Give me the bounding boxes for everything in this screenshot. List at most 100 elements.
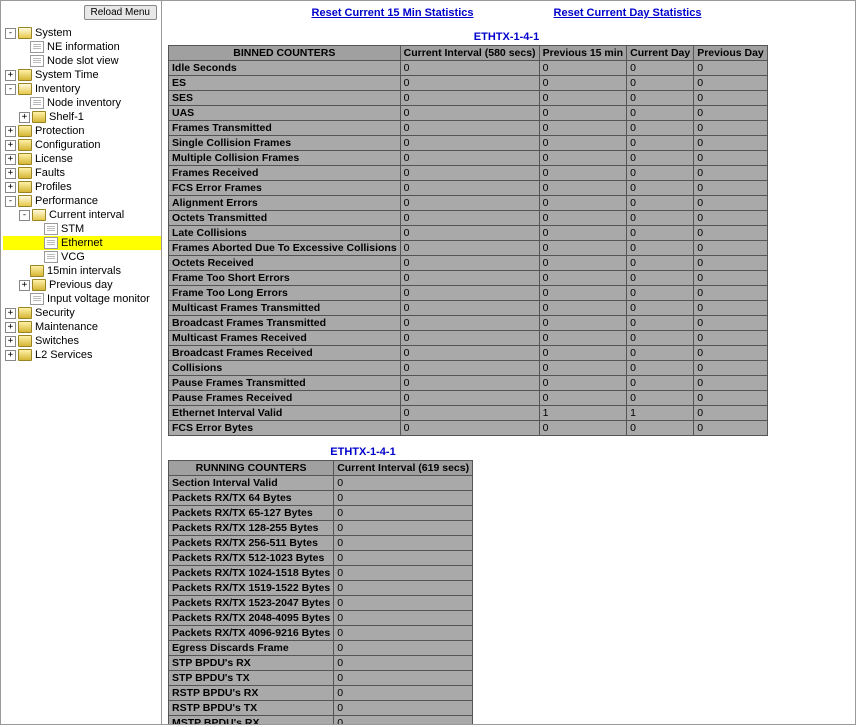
tree-item-current-interval[interactable]: -Current interval xyxy=(3,208,161,222)
counter-name: STP BPDU's RX xyxy=(169,656,334,671)
tree-item-label: System Time xyxy=(35,69,99,81)
tree-item-maintenance[interactable]: +Maintenance xyxy=(3,320,161,334)
tree-item-switches[interactable]: + Switches xyxy=(3,334,161,348)
counter-value: 0 xyxy=(627,151,694,166)
expand-icon[interactable]: + xyxy=(5,336,16,347)
tree-item-previous-day[interactable]: +Previous day xyxy=(3,278,161,292)
table-row: RSTP BPDU's TX0 xyxy=(169,701,473,716)
counter-name: Octets Transmitted xyxy=(169,211,401,226)
reload-menu-button[interactable]: Reload Menu xyxy=(84,5,157,20)
reset-day-link[interactable]: Reset Current Day Statistics xyxy=(554,7,702,19)
expand-icon[interactable]: + xyxy=(5,154,16,165)
table-row: Multicast Frames Received0000 xyxy=(169,331,768,346)
counter-name: Pause Frames Transmitted xyxy=(169,376,401,391)
counter-value: 0 xyxy=(400,181,539,196)
counter-value: 0 xyxy=(334,506,473,521)
counter-value: 0 xyxy=(694,241,768,256)
expand-icon[interactable]: + xyxy=(19,280,30,291)
counter-value: 0 xyxy=(539,271,627,286)
table-row: Frames Received0000 xyxy=(169,166,768,181)
counter-value: 0 xyxy=(539,301,627,316)
tree-item-label: Node slot view xyxy=(47,55,119,67)
expand-icon[interactable]: + xyxy=(19,112,30,123)
expand-icon[interactable]: + xyxy=(5,322,16,333)
page-icon xyxy=(44,251,58,263)
tree-item-stm[interactable]: STM xyxy=(3,222,161,236)
counter-value: 0 xyxy=(539,376,627,391)
tree-item-label: L2 Services xyxy=(35,349,92,361)
tree-item-label: Switches xyxy=(35,335,79,347)
binned-counters-table: BINNED COUNTERSCurrent Interval (580 sec… xyxy=(168,45,768,436)
counter-name: Packets RX/TX 128-255 Bytes xyxy=(169,521,334,536)
tree-item-protection[interactable]: +Protection xyxy=(3,124,161,138)
collapse-icon[interactable]: - xyxy=(5,28,16,39)
counter-value: 0 xyxy=(400,346,539,361)
counter-value: 0 xyxy=(694,361,768,376)
table-row: STP BPDU's RX0 xyxy=(169,656,473,671)
counter-value: 0 xyxy=(694,211,768,226)
tree-item-label: NE information xyxy=(47,41,120,53)
tree-item-faults[interactable]: +Faults xyxy=(3,166,161,180)
tree-item-configuration[interactable]: +Configuration xyxy=(3,138,161,152)
counter-value: 0 xyxy=(694,301,768,316)
counter-value: 0 xyxy=(694,181,768,196)
folder-closed-icon xyxy=(18,335,32,347)
expand-icon[interactable]: + xyxy=(5,126,16,137)
tree-item-15min-intervals[interactable]: 15min intervals xyxy=(3,264,161,278)
expand-icon[interactable]: + xyxy=(5,308,16,319)
folder-open-icon xyxy=(18,27,32,39)
tree-item-ethernet[interactable]: Ethernet xyxy=(3,236,161,250)
tree-item-node-slot-view[interactable]: Node slot view xyxy=(3,54,161,68)
reset-15min-link[interactable]: Reset Current 15 Min Statistics xyxy=(312,7,474,19)
folder-closed-icon xyxy=(18,125,32,137)
counter-value: 0 xyxy=(334,596,473,611)
counter-name: UAS xyxy=(169,106,401,121)
expand-icon[interactable]: + xyxy=(5,140,16,151)
counter-value: 0 xyxy=(694,316,768,331)
tree-item-label: Node inventory xyxy=(47,97,121,109)
expand-icon[interactable]: + xyxy=(5,70,16,81)
table-row: Packets RX/TX 1519-1522 Bytes0 xyxy=(169,581,473,596)
counter-value: 0 xyxy=(694,166,768,181)
page-icon xyxy=(44,237,58,249)
tree-item-license[interactable]: +License xyxy=(3,152,161,166)
tree-item-system-time[interactable]: + System Time xyxy=(3,68,161,82)
tree-item-node-inventory[interactable]: Node inventory xyxy=(3,96,161,110)
counter-name: Packets RX/TX 256-511 Bytes xyxy=(169,536,334,551)
table-row: Packets RX/TX 2048-4095 Bytes0 xyxy=(169,611,473,626)
counter-value: 0 xyxy=(694,151,768,166)
counter-value: 0 xyxy=(694,346,768,361)
counter-value: 0 xyxy=(400,166,539,181)
collapse-icon[interactable]: - xyxy=(5,84,16,95)
table-row: MSTP BPDU's RX0 xyxy=(169,716,473,725)
tree-item-ne-information[interactable]: NE information xyxy=(3,40,161,54)
table-header: Current Interval (580 secs) xyxy=(400,46,539,61)
tree-item-input-voltage-monitor[interactable]: Input voltage monitor xyxy=(3,292,161,306)
counter-value: 0 xyxy=(539,151,627,166)
tree-item-label: 15min intervals xyxy=(47,265,121,277)
tree-item-system[interactable]: -System xyxy=(3,26,161,40)
counter-value: 0 xyxy=(400,76,539,91)
counter-name: RSTP BPDU's RX xyxy=(169,686,334,701)
expand-icon[interactable]: + xyxy=(5,350,16,361)
tree-item-label: Ethernet xyxy=(61,237,103,249)
expand-icon[interactable]: + xyxy=(5,168,16,179)
expand-icon[interactable]: + xyxy=(5,182,16,193)
counter-name: RSTP BPDU's TX xyxy=(169,701,334,716)
tree-item-performance[interactable]: -Performance xyxy=(3,194,161,208)
folder-closed-icon xyxy=(32,279,46,291)
counter-name: STP BPDU's TX xyxy=(169,671,334,686)
tree-item-l2-services[interactable]: + L2 Services xyxy=(3,348,161,362)
tree-item-vcg[interactable]: VCG xyxy=(3,250,161,264)
counter-value: 0 xyxy=(539,121,627,136)
tree-item-inventory[interactable]: -Inventory xyxy=(3,82,161,96)
table-row: Frame Too Long Errors0000 xyxy=(169,286,768,301)
counter-value: 0 xyxy=(400,136,539,151)
collapse-icon[interactable]: - xyxy=(5,196,16,207)
tree-item-shelf-1[interactable]: +Shelf-1 xyxy=(3,110,161,124)
table-row: Pause Frames Transmitted0000 xyxy=(169,376,768,391)
counter-value: 0 xyxy=(539,91,627,106)
tree-item-profiles[interactable]: +Profiles xyxy=(3,180,161,194)
collapse-icon[interactable]: - xyxy=(19,210,30,221)
tree-item-security[interactable]: +Security xyxy=(3,306,161,320)
